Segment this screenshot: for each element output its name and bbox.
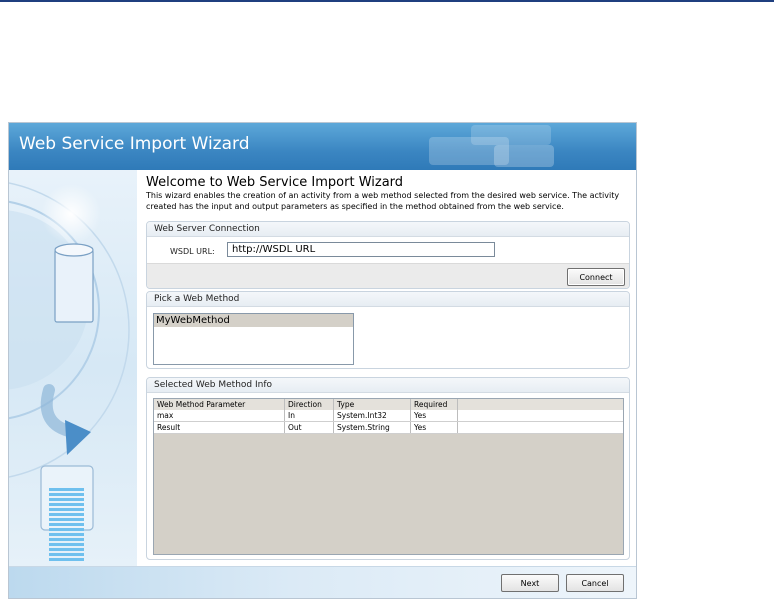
group-title: Web Server Connection — [147, 222, 629, 237]
table-cell — [458, 410, 623, 421]
connect-button[interactable]: Connect — [567, 268, 625, 286]
table-cell — [458, 422, 623, 433]
top-divider — [0, 0, 774, 2]
pick-web-method-group: Pick a Web Method MyWebMethod — [146, 291, 630, 369]
column-header[interactable]: Web Method Parameter — [154, 399, 285, 410]
group-title: Selected Web Method Info — [147, 378, 629, 393]
next-button[interactable]: Next — [501, 574, 559, 592]
table-cell: In — [285, 410, 334, 421]
table-row[interactable]: max In System.Int32 Yes — [154, 410, 623, 422]
table-cell: System.String — [334, 422, 411, 433]
welcome-heading: Welcome to Web Service Import Wizard — [146, 175, 404, 190]
header-decoration — [494, 145, 554, 167]
wizard-side-illustration — [9, 170, 138, 566]
web-server-connection-group: Web Server Connection WSDL URL: Connect — [146, 221, 630, 289]
connect-bar: Connect — [147, 263, 629, 288]
table-cell: Out — [285, 422, 334, 433]
table-cell: max — [154, 410, 285, 421]
wsdl-url-input[interactable] — [227, 242, 495, 257]
wizard-title: Web Service Import Wizard — [19, 134, 250, 154]
grid-header-row: Web Method Parameter Direction Type Requ… — [154, 399, 623, 410]
wizard-footer: Next Cancel — [9, 566, 636, 598]
column-header[interactable]: Type — [334, 399, 411, 410]
table-cell: Result — [154, 422, 285, 433]
list-item[interactable]: MyWebMethod — [154, 314, 353, 327]
table-row[interactable]: Result Out System.String Yes — [154, 422, 623, 434]
column-header[interactable]: Required — [411, 399, 458, 410]
parameter-grid[interactable]: Web Method Parameter Direction Type Requ… — [153, 398, 624, 555]
column-header — [458, 399, 623, 410]
column-header[interactable]: Direction — [285, 399, 334, 410]
cancel-button[interactable]: Cancel — [566, 574, 624, 592]
web-method-list[interactable]: MyWebMethod — [153, 313, 354, 365]
wizard-header: Web Service Import Wizard — [9, 123, 636, 170]
table-cell: Yes — [411, 422, 458, 433]
wizard-window: Web Service Import Wizard Welcome to Web… — [8, 122, 637, 599]
group-title: Pick a Web Method — [147, 292, 629, 307]
table-cell: System.Int32 — [334, 410, 411, 421]
welcome-description: This wizard enables the creation of an a… — [146, 191, 620, 211]
wsdl-url-label: WSDL URL: — [170, 247, 215, 256]
header-decoration — [471, 125, 551, 145]
table-cell: Yes — [411, 410, 458, 421]
selected-web-method-info-group: Selected Web Method Info Web Method Para… — [146, 377, 630, 560]
wizard-content: Welcome to Web Service Import Wizard Thi… — [137, 170, 636, 566]
side-illustration-graphic — [9, 182, 130, 561]
